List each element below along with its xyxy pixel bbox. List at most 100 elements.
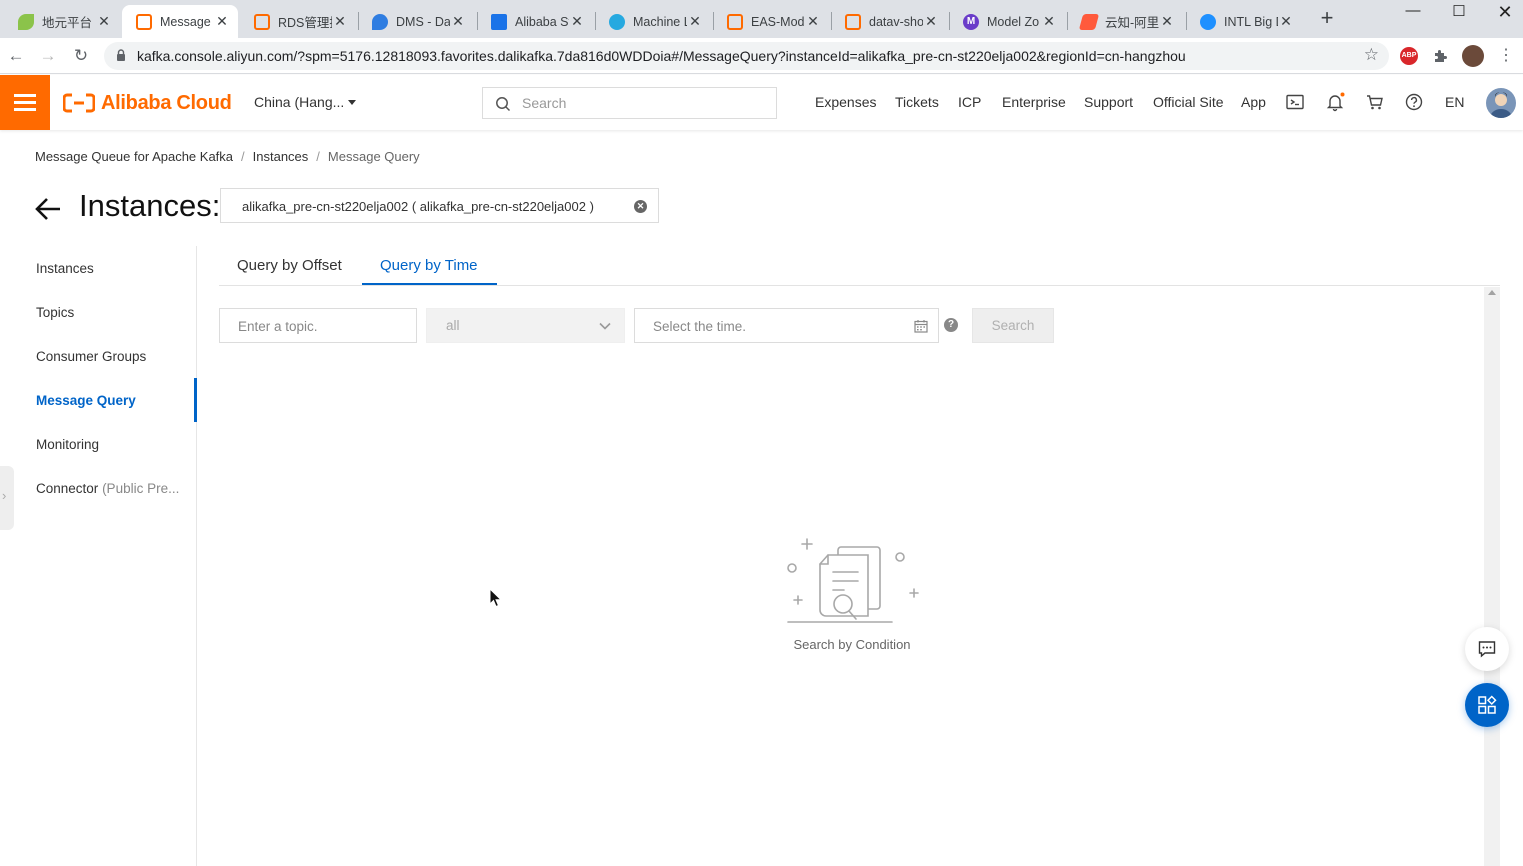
- terminal-icon[interactable]: [1285, 92, 1305, 112]
- chat-bubble-icon: [1478, 641, 1496, 658]
- extensions-puzzle-icon[interactable]: [1432, 47, 1450, 65]
- browser-tab[interactable]: INTL Big D✕: [1186, 5, 1302, 38]
- browser-tab[interactable]: 地元平台 ✕: [4, 5, 120, 38]
- forward-icon[interactable]: →: [36, 44, 60, 68]
- close-tab-icon[interactable]: ✕: [1159, 13, 1175, 30]
- tab-query-by-time[interactable]: Query by Time: [380, 257, 478, 274]
- sidebar-item-instances[interactable]: Instances: [36, 261, 94, 276]
- breadcrumb-item-current: Message Query: [327, 149, 420, 164]
- close-window-button[interactable]: ✕: [1482, 2, 1523, 24]
- cart-icon[interactable]: [1365, 92, 1385, 112]
- sidebar-collapse-toggle[interactable]: ›: [0, 466, 14, 530]
- browser-tab[interactable]: 云知-阿里 ✕: [1067, 5, 1183, 38]
- nav-link-official-site[interactable]: Official Site: [1153, 94, 1224, 110]
- breadcrumb-item-instances[interactable]: Instances: [253, 149, 309, 164]
- aliyun-icon: [727, 13, 743, 30]
- scroll-up-arrow-icon[interactable]: [1488, 290, 1496, 295]
- dms-icon: [372, 13, 388, 30]
- breadcrumb-separator: /: [241, 149, 245, 164]
- sidebar-item-consumer-groups[interactable]: Consumer Groups: [36, 349, 146, 364]
- sidebar-item-topics[interactable]: Topics: [36, 305, 74, 320]
- machine-learning-icon: [609, 13, 625, 30]
- yunzhi-icon: [1078, 13, 1100, 30]
- alibaba-stream-icon: [491, 13, 507, 30]
- nav-link-icp[interactable]: ICP: [958, 94, 981, 110]
- nav-link-expenses[interactable]: Expenses: [815, 94, 876, 110]
- close-tab-icon[interactable]: ✕: [569, 13, 585, 30]
- browser-tab[interactable]: DMS - Da ✕: [358, 5, 474, 38]
- breadcrumb-item-kafka[interactable]: Message Queue for Apache Kafka: [35, 149, 233, 164]
- sidebar-item-message-query[interactable]: Message Query: [36, 393, 136, 408]
- browser-tab[interactable]: datav-sho ✕: [831, 5, 947, 38]
- browser-tab[interactable]: Machine L ✕: [595, 5, 711, 38]
- bookmark-star-icon[interactable]: ☆: [1364, 45, 1379, 65]
- nav-link-app[interactable]: App: [1241, 94, 1266, 110]
- tab-separator: [595, 12, 596, 30]
- help-icon[interactable]: [1404, 92, 1424, 112]
- partition-select[interactable]: all: [426, 308, 625, 343]
- reload-icon[interactable]: ↻: [69, 44, 93, 68]
- browser-tab[interactable]: EAS-Mode✕: [713, 5, 829, 38]
- new-tab-button[interactable]: +: [1316, 7, 1338, 30]
- close-tab-icon[interactable]: ✕: [923, 13, 939, 30]
- browser-menu-icon[interactable]: ⋮: [1494, 44, 1518, 68]
- aliyun-icon: [136, 13, 152, 30]
- browser-tab[interactable]: Alibaba St ✕: [477, 5, 593, 38]
- browser-tab-title: RDS管理控: [278, 16, 332, 30]
- close-tab-icon[interactable]: ✕: [805, 13, 821, 30]
- time-input[interactable]: [653, 317, 903, 335]
- maximize-button[interactable]: ☐: [1436, 2, 1482, 24]
- browser-tab[interactable]: RDS管理控✕: [240, 5, 356, 38]
- back-icon[interactable]: ←: [4, 44, 28, 68]
- console-search-input[interactable]: [522, 93, 762, 113]
- close-tab-icon[interactable]: ✕: [687, 13, 703, 30]
- tab-separator: [358, 12, 359, 30]
- active-menu-indicator: [194, 378, 197, 422]
- close-tab-icon[interactable]: ✕: [332, 13, 348, 30]
- alibaba-cloud-logo[interactable]: Alibaba Cloud: [63, 89, 232, 117]
- chat-float-button[interactable]: [1465, 627, 1509, 671]
- topic-input[interactable]: [238, 317, 408, 335]
- browser-toolbar: ← → ↻ kafka.console.aliyun.com/?spm=5176…: [0, 38, 1523, 74]
- nav-link-enterprise[interactable]: Enterprise: [1002, 94, 1066, 110]
- bell-icon[interactable]: [1325, 92, 1345, 112]
- tab-query-by-offset[interactable]: Query by Offset: [237, 257, 342, 274]
- back-arrow-icon[interactable]: [34, 196, 62, 222]
- instance-selector[interactable]: alikafka_pre-cn-st220elja002 ( alikafka_…: [220, 188, 659, 223]
- browser-tabstrip: 地元平台✕Message Q✕RDS管理控✕DMS - Da✕Alibaba S…: [0, 0, 1523, 38]
- browser-tab-title: INTL Big D: [1224, 14, 1278, 29]
- browser-tab[interactable]: Message Q✕: [122, 5, 238, 38]
- browser-tab-title: 地元平台: [42, 16, 93, 30]
- browser-tab[interactable]: M Model Zo ✕: [949, 5, 1065, 38]
- search-icon: [496, 97, 511, 112]
- close-tab-icon[interactable]: ✕: [214, 13, 230, 30]
- language-switch[interactable]: EN: [1445, 94, 1464, 110]
- time-picker: [634, 308, 939, 343]
- user-avatar[interactable]: [1486, 88, 1516, 118]
- leaf-icon: [18, 13, 34, 30]
- url-text: kafka.console.aliyun.com/?spm=5176.12818…: [137, 48, 1186, 64]
- profile-avatar[interactable]: [1462, 45, 1484, 67]
- close-tab-icon[interactable]: ✕: [1278, 13, 1294, 30]
- breadcrumb-separator: /: [316, 149, 320, 164]
- clear-icon[interactable]: ✕: [634, 200, 647, 213]
- address-bar[interactable]: kafka.console.aliyun.com/?spm=5176.12818…: [104, 42, 1389, 70]
- nav-link-tickets[interactable]: Tickets: [895, 94, 939, 110]
- question-help-icon[interactable]: ?: [944, 318, 958, 332]
- adblock-icon[interactable]: ABP: [1400, 47, 1418, 65]
- browser-tab-title: Alibaba St: [515, 14, 569, 29]
- empty-state-text: Search by Condition: [793, 637, 911, 652]
- sidebar-item-connector[interactable]: Connector (Public Pre...: [36, 481, 179, 496]
- sidebar-item-monitoring[interactable]: Monitoring: [36, 437, 99, 452]
- minimize-button[interactable]: —: [1390, 2, 1436, 24]
- apps-float-button[interactable]: [1465, 683, 1509, 727]
- region-selector[interactable]: China (Hang...: [254, 94, 344, 110]
- close-tab-icon[interactable]: ✕: [1041, 13, 1057, 30]
- hamburger-menu-button[interactable]: [0, 75, 50, 130]
- nav-link-support[interactable]: Support: [1084, 94, 1133, 110]
- calendar-icon[interactable]: [914, 319, 928, 333]
- content-scrollbar[interactable]: [1484, 287, 1500, 866]
- close-tab-icon[interactable]: ✕: [450, 13, 466, 30]
- close-tab-icon[interactable]: ✕: [96, 13, 112, 30]
- search-button[interactable]: Search: [972, 308, 1054, 343]
